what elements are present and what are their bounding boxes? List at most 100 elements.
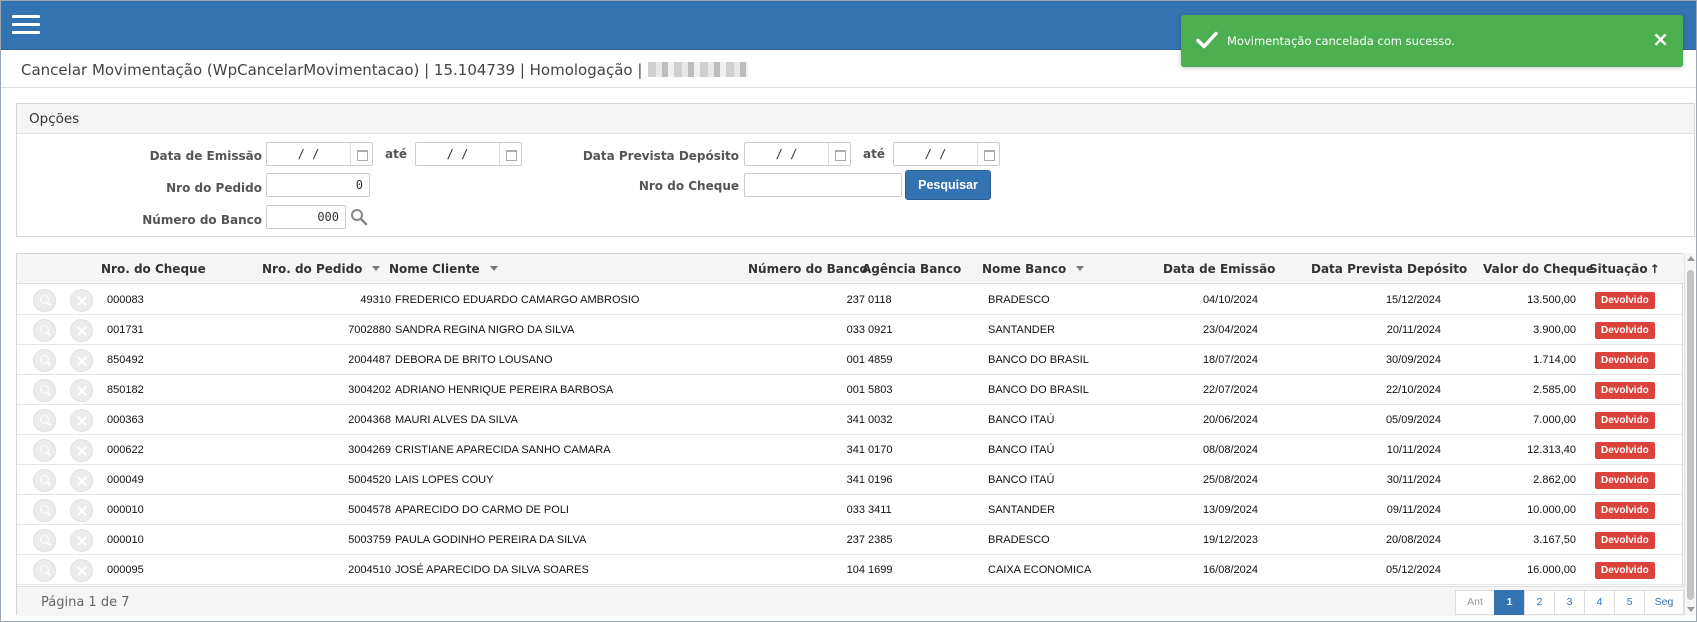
sort-up-icon: ↑ (1649, 262, 1660, 276)
page-info: Página 1 de 7 (41, 595, 130, 610)
cell-cheque: 000010 (107, 534, 144, 546)
data-prevista-de-field[interactable]: / / (744, 142, 851, 166)
cancel-row-icon[interactable] (70, 409, 93, 432)
table-row[interactable]: 000622 3004269 CRISTIANE APARECIDA SANHO C… (17, 435, 1684, 465)
cell-cheque: 000095 (107, 564, 144, 576)
col-data-emissao-label: Data de Emissão (1163, 262, 1276, 276)
table-row[interactable]: 000010 5003759 PAULA GODINHO PEREIRA DA SI… (17, 525, 1684, 555)
cell-pedido: 3004202 (348, 384, 391, 396)
cell-valor: 10.000,00 (1527, 504, 1576, 516)
cancel-row-icon[interactable] (70, 499, 93, 522)
cell-agencia: 0196 (868, 474, 893, 486)
scroll-up-icon[interactable] (1687, 256, 1695, 261)
table-row[interactable]: 850492 2004487 DEBORA DE BRITO LOUSANO 001 4… (17, 345, 1684, 375)
page-title: Cancelar Movimentação (WpCancelarMovimen… (21, 61, 643, 79)
cell-nbanco: 104 (846, 564, 865, 576)
col-nome-banco[interactable]: Nome Banco (982, 262, 1085, 276)
data-emissao-de-field[interactable]: / / (266, 142, 373, 166)
col-data-prevista[interactable]: Data Prevista Depósito (1311, 262, 1467, 276)
cell-agencia: 1699 (868, 564, 893, 576)
cell-agencia: 0118 (868, 294, 892, 306)
cell-agencia: 3411 (868, 504, 892, 516)
col-data-emissao[interactable]: Data de Emissão (1163, 262, 1275, 276)
cell-prevista: 05/12/2024 (1385, 564, 1441, 576)
data-emissao-ate-field[interactable]: / / (415, 142, 522, 166)
status-badge: Devolvido (1595, 442, 1655, 459)
cancel-row-icon[interactable] (70, 559, 93, 582)
cell-emissao: 20/06/2024 (1202, 414, 1258, 426)
cancel-row-icon[interactable] (70, 289, 93, 312)
col-numero-banco-label: Número do Banco (748, 262, 868, 276)
cell-nbanco: 341 (846, 474, 865, 486)
page-button-3[interactable]: 3 (1554, 590, 1585, 615)
cell-pedido: 5004520 (348, 474, 391, 486)
table-row[interactable]: 001731 7002880 SANDRA REGINA NIGRO DA SILV… (17, 315, 1684, 345)
cell-cliente: DEBORA DE BRITO LOUSANO (395, 354, 553, 366)
scrollbar-thumb[interactable] (1687, 270, 1694, 600)
col-nro-cheque[interactable]: Nro. do Cheque (101, 262, 206, 276)
numero-banco-input[interactable]: 000 (266, 205, 346, 229)
cancel-row-icon[interactable] (70, 469, 93, 492)
cell-valor: 2.585,00 (1533, 384, 1576, 396)
scroll-down-icon[interactable] (1687, 607, 1695, 612)
view-row-icon[interactable] (33, 319, 56, 342)
col-numero-banco[interactable]: Número do Banco (748, 262, 868, 276)
status-badge: Devolvido (1595, 532, 1655, 549)
toast-close-button[interactable]: × (1652, 27, 1669, 51)
page-button-5[interactable]: 5 (1614, 590, 1645, 615)
cell-pedido: 2004510 (348, 564, 391, 576)
cell-cheque: 000363 (107, 414, 144, 426)
page-button-1[interactable]: 1 (1494, 590, 1525, 615)
col-valor[interactable]: Valor do Cheque (1483, 262, 1594, 276)
table-row[interactable]: 000010 5004578 APARECIDO DO CARMO DE POLI 0… (17, 495, 1684, 525)
cancel-row-icon[interactable] (70, 349, 93, 372)
nro-cheque-input[interactable] (744, 173, 902, 197)
next-page-button[interactable]: Seg (1644, 590, 1684, 615)
col-nome-cliente[interactable]: Nome Cliente (389, 262, 498, 276)
label-nro-pedido: Nro do Pedido (166, 181, 262, 195)
table-row[interactable]: 000095 2004510 JOSÉ APARECIDO DA SILVA SOA… (17, 555, 1684, 585)
view-row-icon[interactable] (33, 289, 56, 312)
status-badge: Devolvido (1595, 502, 1655, 519)
table-row[interactable]: 850182 3004202 ADRIANO HENRIQUE PEREIRA BA… (17, 375, 1684, 405)
view-row-icon[interactable] (33, 529, 56, 552)
table-row[interactable]: 000049 5004520 LAIS LOPES COUY 341 0196 BANCO… (17, 465, 1684, 495)
cancel-row-icon[interactable] (70, 439, 93, 462)
cancel-row-icon[interactable] (70, 319, 93, 342)
calendar-icon[interactable] (828, 143, 850, 165)
view-row-icon[interactable] (33, 469, 56, 492)
col-nro-pedido-label: Nro. do Pedido (262, 262, 363, 276)
vertical-scrollbar[interactable] (1684, 253, 1695, 615)
page-button-4[interactable]: 4 (1584, 590, 1615, 615)
table-row[interactable]: 000083 49310 FREDERICO EDUARDO CAMARGO AMB… (17, 285, 1684, 315)
col-nro-pedido[interactable]: Nro. do Pedido (262, 262, 381, 276)
cell-cheque: 000049 (107, 474, 144, 486)
view-row-icon[interactable] (33, 349, 56, 372)
page-button-2[interactable]: 2 (1524, 590, 1555, 615)
cell-nbanco: 341 (846, 414, 865, 426)
view-row-icon[interactable] (33, 409, 56, 432)
col-situacao[interactable]: Situação ↑ (1589, 262, 1660, 276)
table-row[interactable]: 000363 2004368 MAURI ALVES DA SILVA 341 0032… (17, 405, 1684, 435)
view-row-icon[interactable] (33, 499, 56, 522)
search-icon[interactable] (350, 208, 368, 226)
col-agencia[interactable]: Agência Banco (862, 262, 961, 276)
cancel-row-icon[interactable] (70, 379, 93, 402)
pesquisar-button[interactable]: Pesquisar (905, 170, 991, 200)
nro-pedido-input[interactable]: 0 (266, 173, 370, 197)
cell-prevista: 30/11/2024 (1386, 474, 1441, 486)
prev-page-button[interactable]: Ant (1455, 590, 1495, 615)
cell-banco: SANTANDER (988, 504, 1056, 516)
cell-cheque: 000010 (107, 504, 144, 516)
calendar-icon[interactable] (350, 143, 372, 165)
calendar-icon[interactable] (977, 143, 999, 165)
view-row-icon[interactable] (33, 379, 56, 402)
cell-cheque: 850492 (107, 354, 144, 366)
cell-banco: BANCO ITAÚ (988, 414, 1055, 426)
calendar-icon[interactable] (499, 143, 521, 165)
data-prevista-ate-field[interactable]: / / (893, 142, 1000, 166)
cancel-row-icon[interactable] (70, 529, 93, 552)
view-row-icon[interactable] (33, 439, 56, 462)
view-row-icon[interactable] (33, 559, 56, 582)
menu-icon[interactable] (12, 15, 40, 37)
